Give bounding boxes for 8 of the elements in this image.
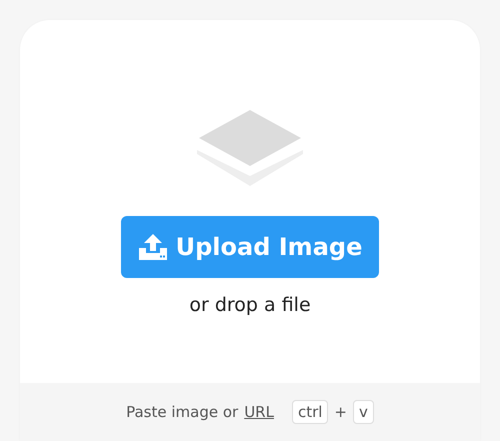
paste-label: Paste image or [126,403,238,421]
plus-sign: + [334,403,347,421]
drop-hint: or drop a file [189,294,311,316]
keyboard-key: ctrl [292,400,328,424]
url-link[interactable]: URL [244,403,274,421]
keyboard-key: v [353,400,374,424]
upload-icon [138,233,168,261]
layers-icon [197,110,303,186]
